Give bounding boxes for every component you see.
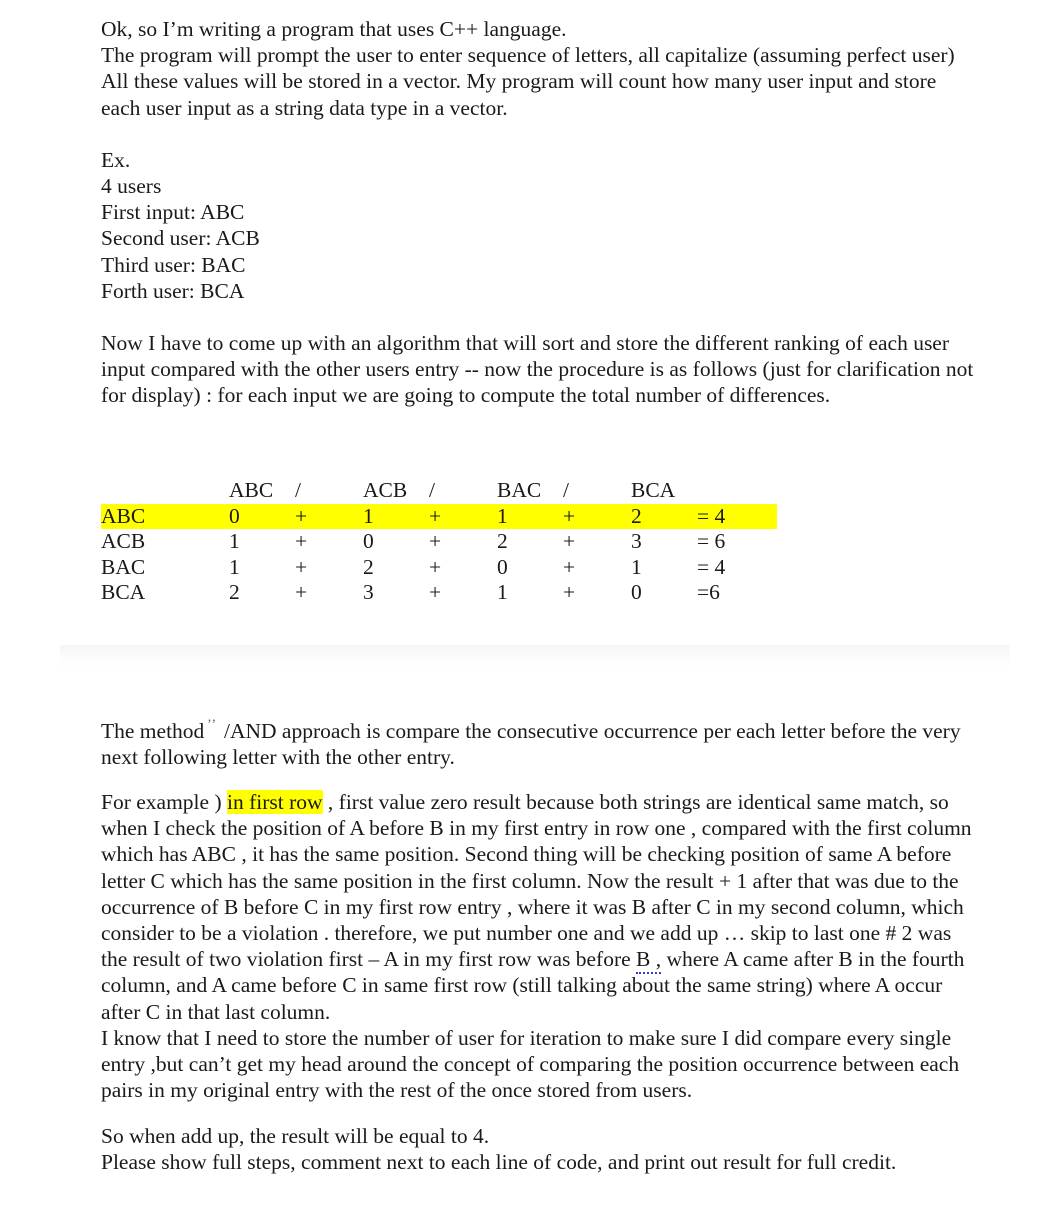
row-total: =6 <box>697 580 720 604</box>
intro-line-1: Ok, so I’m writing a program that uses C… <box>101 17 567 41</box>
cell-value: 2 <box>497 529 508 553</box>
example-entry-3: Third user: BAC <box>101 252 246 277</box>
example-heading: Ex. <box>101 147 131 172</box>
cell-value: 1 <box>631 554 642 579</box>
table-header-row: ABC / ACB / BAC / BCA <box>101 478 777 504</box>
example-entry-1: First input: ABC <box>101 200 245 225</box>
header-abc: ABC <box>229 478 274 502</box>
closing-line-1: So when add up, the result will be equal… <box>101 1124 490 1148</box>
table-row: ABC 0 + 1 + 1 + 2 = 4 <box>101 503 777 529</box>
document-body-closing: So when add up, the result will be equal… <box>101 1123 981 1175</box>
cell-operator: + <box>295 529 308 553</box>
explanation-lead: For example ) <box>101 790 227 814</box>
scan-artifact-band <box>60 645 1010 673</box>
row-label: BAC <box>101 554 146 579</box>
explanation-body-a: , first value zero result because both s… <box>101 790 972 972</box>
cell-operator: + <box>563 580 576 604</box>
row-total: = 6 <box>697 529 726 553</box>
cell-operator: + <box>429 580 442 604</box>
table-row: BAC 1 + 2 + 0 + 1 = 4 <box>101 555 777 581</box>
cell-value: 3 <box>631 529 642 553</box>
header-sep-1: / <box>295 478 301 502</box>
cell-operator: + <box>563 529 576 553</box>
explanation-next-line: I know that I need to store the number o… <box>101 1025 960 1103</box>
cell-operator: + <box>295 580 308 604</box>
cell-operator: + <box>563 554 576 579</box>
header-total <box>697 478 777 504</box>
method-text-before: The method <box>101 719 205 743</box>
document-body-explanation: For example ) in first row , first value… <box>101 789 981 1103</box>
highlighted-phrase: in first row <box>226 790 323 814</box>
document-page: Ok, so I’m writing a program that uses C… <box>0 0 1043 1215</box>
cell-operator: + <box>429 554 442 579</box>
row-label: ACB <box>101 529 146 553</box>
cell-value: 2 <box>363 554 374 579</box>
difference-table: ABC / ACB / BAC / BCA ABC 0 + 1 + 1 + 2 … <box>101 478 777 606</box>
row-total: = 4 <box>697 554 726 579</box>
cell-operator: + <box>295 554 308 579</box>
cell-value: 0 <box>363 529 374 553</box>
intro-line-2: The program will prompt the user to ente… <box>101 43 955 68</box>
method-paragraph: The method’’/AND approach is compare the… <box>101 711 981 770</box>
algorithm-paragraph: Now I have to come up with an algorithm … <box>101 331 974 408</box>
method-text-after: /AND approach is compare the consecutive… <box>101 719 961 770</box>
intro-line-3: All these values will be stored in a vec… <box>101 69 937 120</box>
header-sep-2: / <box>429 478 435 502</box>
cell-value: 3 <box>363 580 374 604</box>
cell-operator: + <box>429 503 497 529</box>
cell-value: 1 <box>497 580 508 604</box>
cell-value: 1 <box>229 529 240 553</box>
cell-operator: + <box>563 503 631 529</box>
explanation-paragraph: For example ) in first row , first value… <box>101 789 981 1025</box>
header-acb: ACB <box>363 478 408 502</box>
table-row: BCA 2 + 3 + 1 + 0 =6 <box>101 580 777 606</box>
cell-value: 2 <box>229 580 240 604</box>
cell-value: 1 <box>497 503 563 529</box>
cell-operator: + <box>295 503 363 529</box>
grammar-flagged-text: B , <box>636 947 662 975</box>
quote-mark-glyph: ’’ <box>207 716 217 731</box>
table-row: ACB 1 + 0 + 2 + 3 = 6 <box>101 529 777 555</box>
cell-operator: + <box>429 529 442 553</box>
row-label: BCA <box>101 580 146 604</box>
example-entry-2: Second user: ACB <box>101 226 260 251</box>
comparison-matrix: ABC / ACB / BAC / BCA ABC 0 + 1 + 1 + 2 … <box>101 478 777 606</box>
example-entry-4: Forth user: BCA <box>101 278 245 303</box>
cell-value: 2 <box>631 503 697 529</box>
cell-value: 0 <box>497 554 508 579</box>
cell-value: 0 <box>631 580 642 604</box>
example-user-count: 4 users <box>101 174 162 199</box>
header-corner <box>101 478 229 504</box>
row-label: ABC <box>101 503 229 529</box>
cell-value: 1 <box>363 503 429 529</box>
closing-line-2: Please show full steps, comment next to … <box>101 1150 897 1175</box>
cell-value: 1 <box>229 554 240 579</box>
header-bca: BCA <box>631 478 676 502</box>
header-bac: BAC <box>497 478 542 502</box>
document-body-top: Ok, so I’m writing a program that uses C… <box>101 16 981 409</box>
header-sep-3: / <box>563 478 569 502</box>
row-total: = 4 <box>697 503 777 529</box>
document-body-method: The method’’/AND approach is compare the… <box>101 711 981 770</box>
cell-value: 0 <box>229 503 295 529</box>
